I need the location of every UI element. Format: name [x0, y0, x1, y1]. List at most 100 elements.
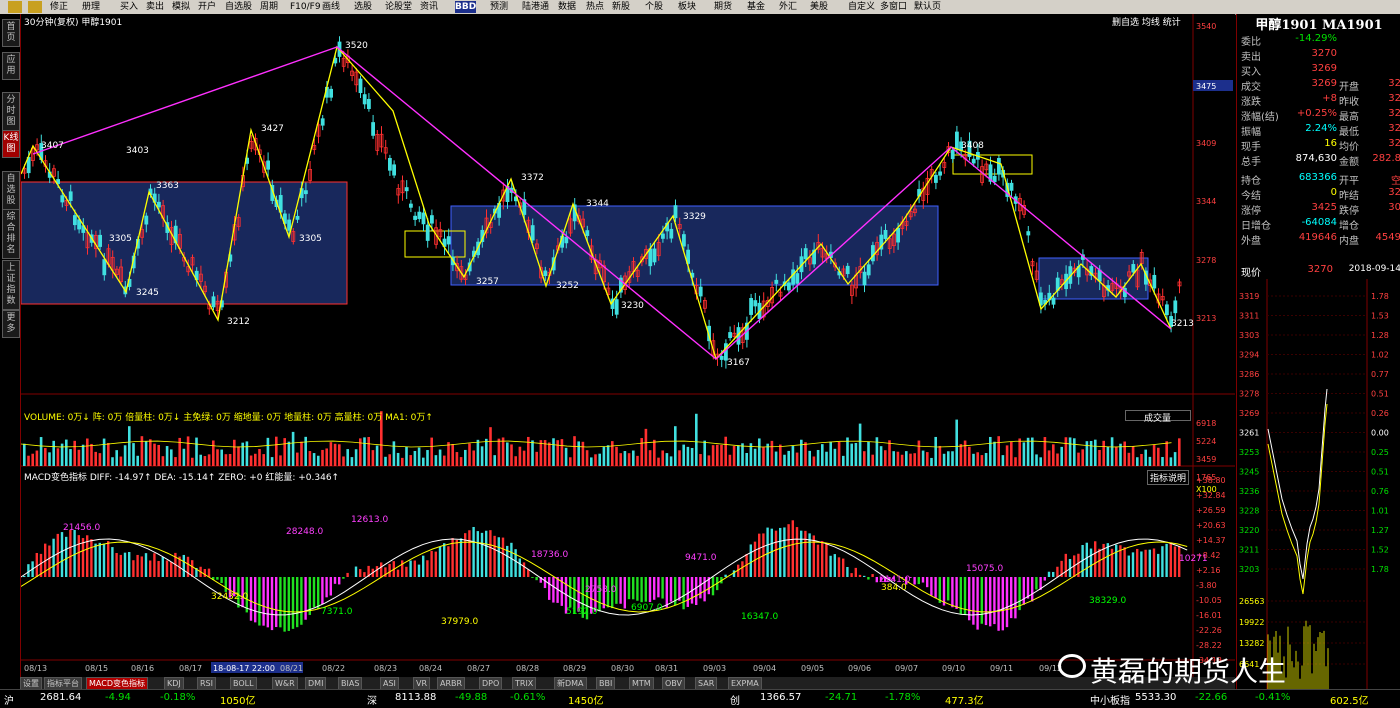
macd-histogram-bar: [141, 556, 143, 577]
macd-histogram-bar: [65, 537, 67, 577]
toolbar-item[interactable]: 美股: [810, 1, 828, 13]
chart-area[interactable]: 3540347534093344327832133475352034073403…: [21, 14, 1235, 677]
volume-bar: [993, 442, 996, 466]
macd-histogram-bar: [52, 539, 54, 577]
volume-bar: [947, 451, 950, 466]
volume-bar: [321, 450, 324, 466]
macd-histogram-bar: [359, 569, 361, 577]
volume-bar: [78, 450, 81, 466]
toolbar-item[interactable]: BBD: [455, 1, 476, 13]
quote-grid-value: 3425: [1277, 202, 1337, 213]
volume-bar: [338, 444, 341, 466]
toolbar-item[interactable]: 期货: [714, 1, 732, 13]
macd-histogram-bar: [325, 577, 327, 597]
toolbar-item[interactable]: 修正: [50, 1, 68, 13]
quote-grid-value: 2.24%: [1277, 123, 1337, 134]
toolbar-item[interactable]: 新股: [612, 1, 630, 13]
macd-histogram-bar: [107, 541, 109, 577]
left-tab[interactable]: 应用: [2, 52, 20, 80]
left-tab[interactable]: 首页: [2, 19, 20, 47]
toolbar-item[interactable]: 自定义: [848, 1, 875, 13]
toolbar-item[interactable]: 卖出: [146, 1, 164, 13]
toolbar-item[interactable]: 买入: [120, 1, 138, 13]
toolbar-item[interactable]: 论股堂: [385, 1, 412, 13]
toolbar-item[interactable]: 册理: [82, 1, 100, 13]
macd-histogram-bar: [1136, 549, 1138, 577]
volume-bar: [565, 448, 568, 466]
toolbar-item[interactable]: 默认页: [914, 1, 941, 13]
macd-histogram-bar: [989, 577, 991, 626]
macd-histogram-bar: [968, 577, 970, 620]
volume-bar: [170, 449, 173, 466]
kline-chart-svg[interactable]: 3540347534093344327832133475352034073403…: [21, 14, 1235, 677]
back-icon[interactable]: [8, 1, 22, 13]
volume-bar: [414, 451, 417, 466]
volume-selector[interactable]: 成交量: [1125, 410, 1191, 421]
macd-histogram-bar: [867, 577, 869, 580]
volume-bar: [451, 444, 454, 466]
toolbar-item[interactable]: 模拟: [172, 1, 190, 13]
toolbar-item[interactable]: 多窗口: [880, 1, 907, 13]
toolbar-item[interactable]: 基金: [747, 1, 765, 13]
chart-top-right-controls[interactable]: 删自选 均线 统计: [1112, 15, 1181, 28]
toolbar-item[interactable]: 资讯: [420, 1, 438, 13]
toolbar-item[interactable]: 画线: [322, 1, 340, 13]
date-tick-label: 08/31: [655, 664, 678, 673]
left-tab[interactable]: K线图: [2, 130, 20, 158]
macd-histogram-bar: [514, 549, 516, 577]
macd-histogram-bar: [162, 557, 164, 577]
left-tab[interactable]: 分时图: [2, 92, 20, 131]
toolbar-item[interactable]: 数据: [558, 1, 576, 13]
toolbar-item[interactable]: 选股: [354, 1, 372, 13]
toolbar-item[interactable]: 个股: [645, 1, 663, 13]
macd-value-label: 2758.0: [585, 585, 617, 595]
macd-histogram-bar: [271, 577, 273, 630]
volume-bar: [99, 453, 102, 466]
left-tab[interactable]: 自选股: [2, 171, 20, 210]
macd-histogram-bar: [456, 540, 458, 577]
toolbar-item[interactable]: 预测: [490, 1, 508, 13]
mini-pct-tick: 1.78: [1371, 292, 1389, 301]
toolbar-item[interactable]: 自选股: [225, 1, 252, 13]
toolbar-item[interactable]: 陆港通: [522, 1, 549, 13]
macd-tick-label: +14.37: [1196, 536, 1226, 545]
candle-body: [531, 226, 534, 240]
left-tab[interactable]: 综合排名: [2, 209, 20, 259]
forward-icon[interactable]: [28, 1, 42, 13]
toolbar-item[interactable]: F10/F9: [290, 1, 321, 13]
macd-histogram-bar: [296, 577, 298, 627]
volume-bar: [594, 454, 597, 466]
volume-tick-label: 5224: [1196, 437, 1216, 446]
toolbar-item[interactable]: 周期: [260, 1, 278, 13]
volume-bar: [943, 454, 946, 466]
left-tab[interactable]: 更多: [2, 310, 20, 338]
volume-bar: [52, 441, 55, 466]
toolbar-item[interactable]: 热点: [586, 1, 604, 13]
toolbar-item[interactable]: 开户: [198, 1, 216, 13]
volume-bar: [745, 453, 748, 466]
date-tick-label: 08/27: [467, 664, 490, 673]
volume-bar: [653, 440, 656, 466]
status-v4: 477.3亿: [945, 692, 984, 707]
toolbar-item[interactable]: 板块: [678, 1, 696, 13]
intraday-mini-chart[interactable]: 3319331133033294328632783269326132533245…: [1237, 279, 1400, 689]
toolbar-item[interactable]: 外汇: [779, 1, 797, 13]
left-tab[interactable]: 上证指数: [2, 260, 20, 310]
mini-pct-tick: 1.28: [1371, 331, 1389, 340]
current-price-label: 现价: [1241, 264, 1261, 279]
macd-histogram-bar: [846, 567, 848, 577]
macd-histogram-bar: [758, 534, 760, 577]
macd-histogram-bar: [1014, 577, 1016, 618]
macd-histogram-bar: [918, 577, 920, 584]
candle-body: [103, 260, 106, 275]
macd-histogram-bar: [632, 577, 634, 599]
candle-body: [296, 216, 299, 219]
candle-body: [73, 216, 76, 225]
volume-bar: [502, 437, 505, 466]
candle-body: [720, 356, 723, 359]
volume-bar: [573, 436, 576, 466]
macd-help-button[interactable]: 指标说明: [1147, 470, 1189, 485]
candle-body: [615, 300, 618, 315]
macd-histogram-bar: [136, 555, 138, 577]
macd-histogram-bar: [166, 560, 168, 577]
